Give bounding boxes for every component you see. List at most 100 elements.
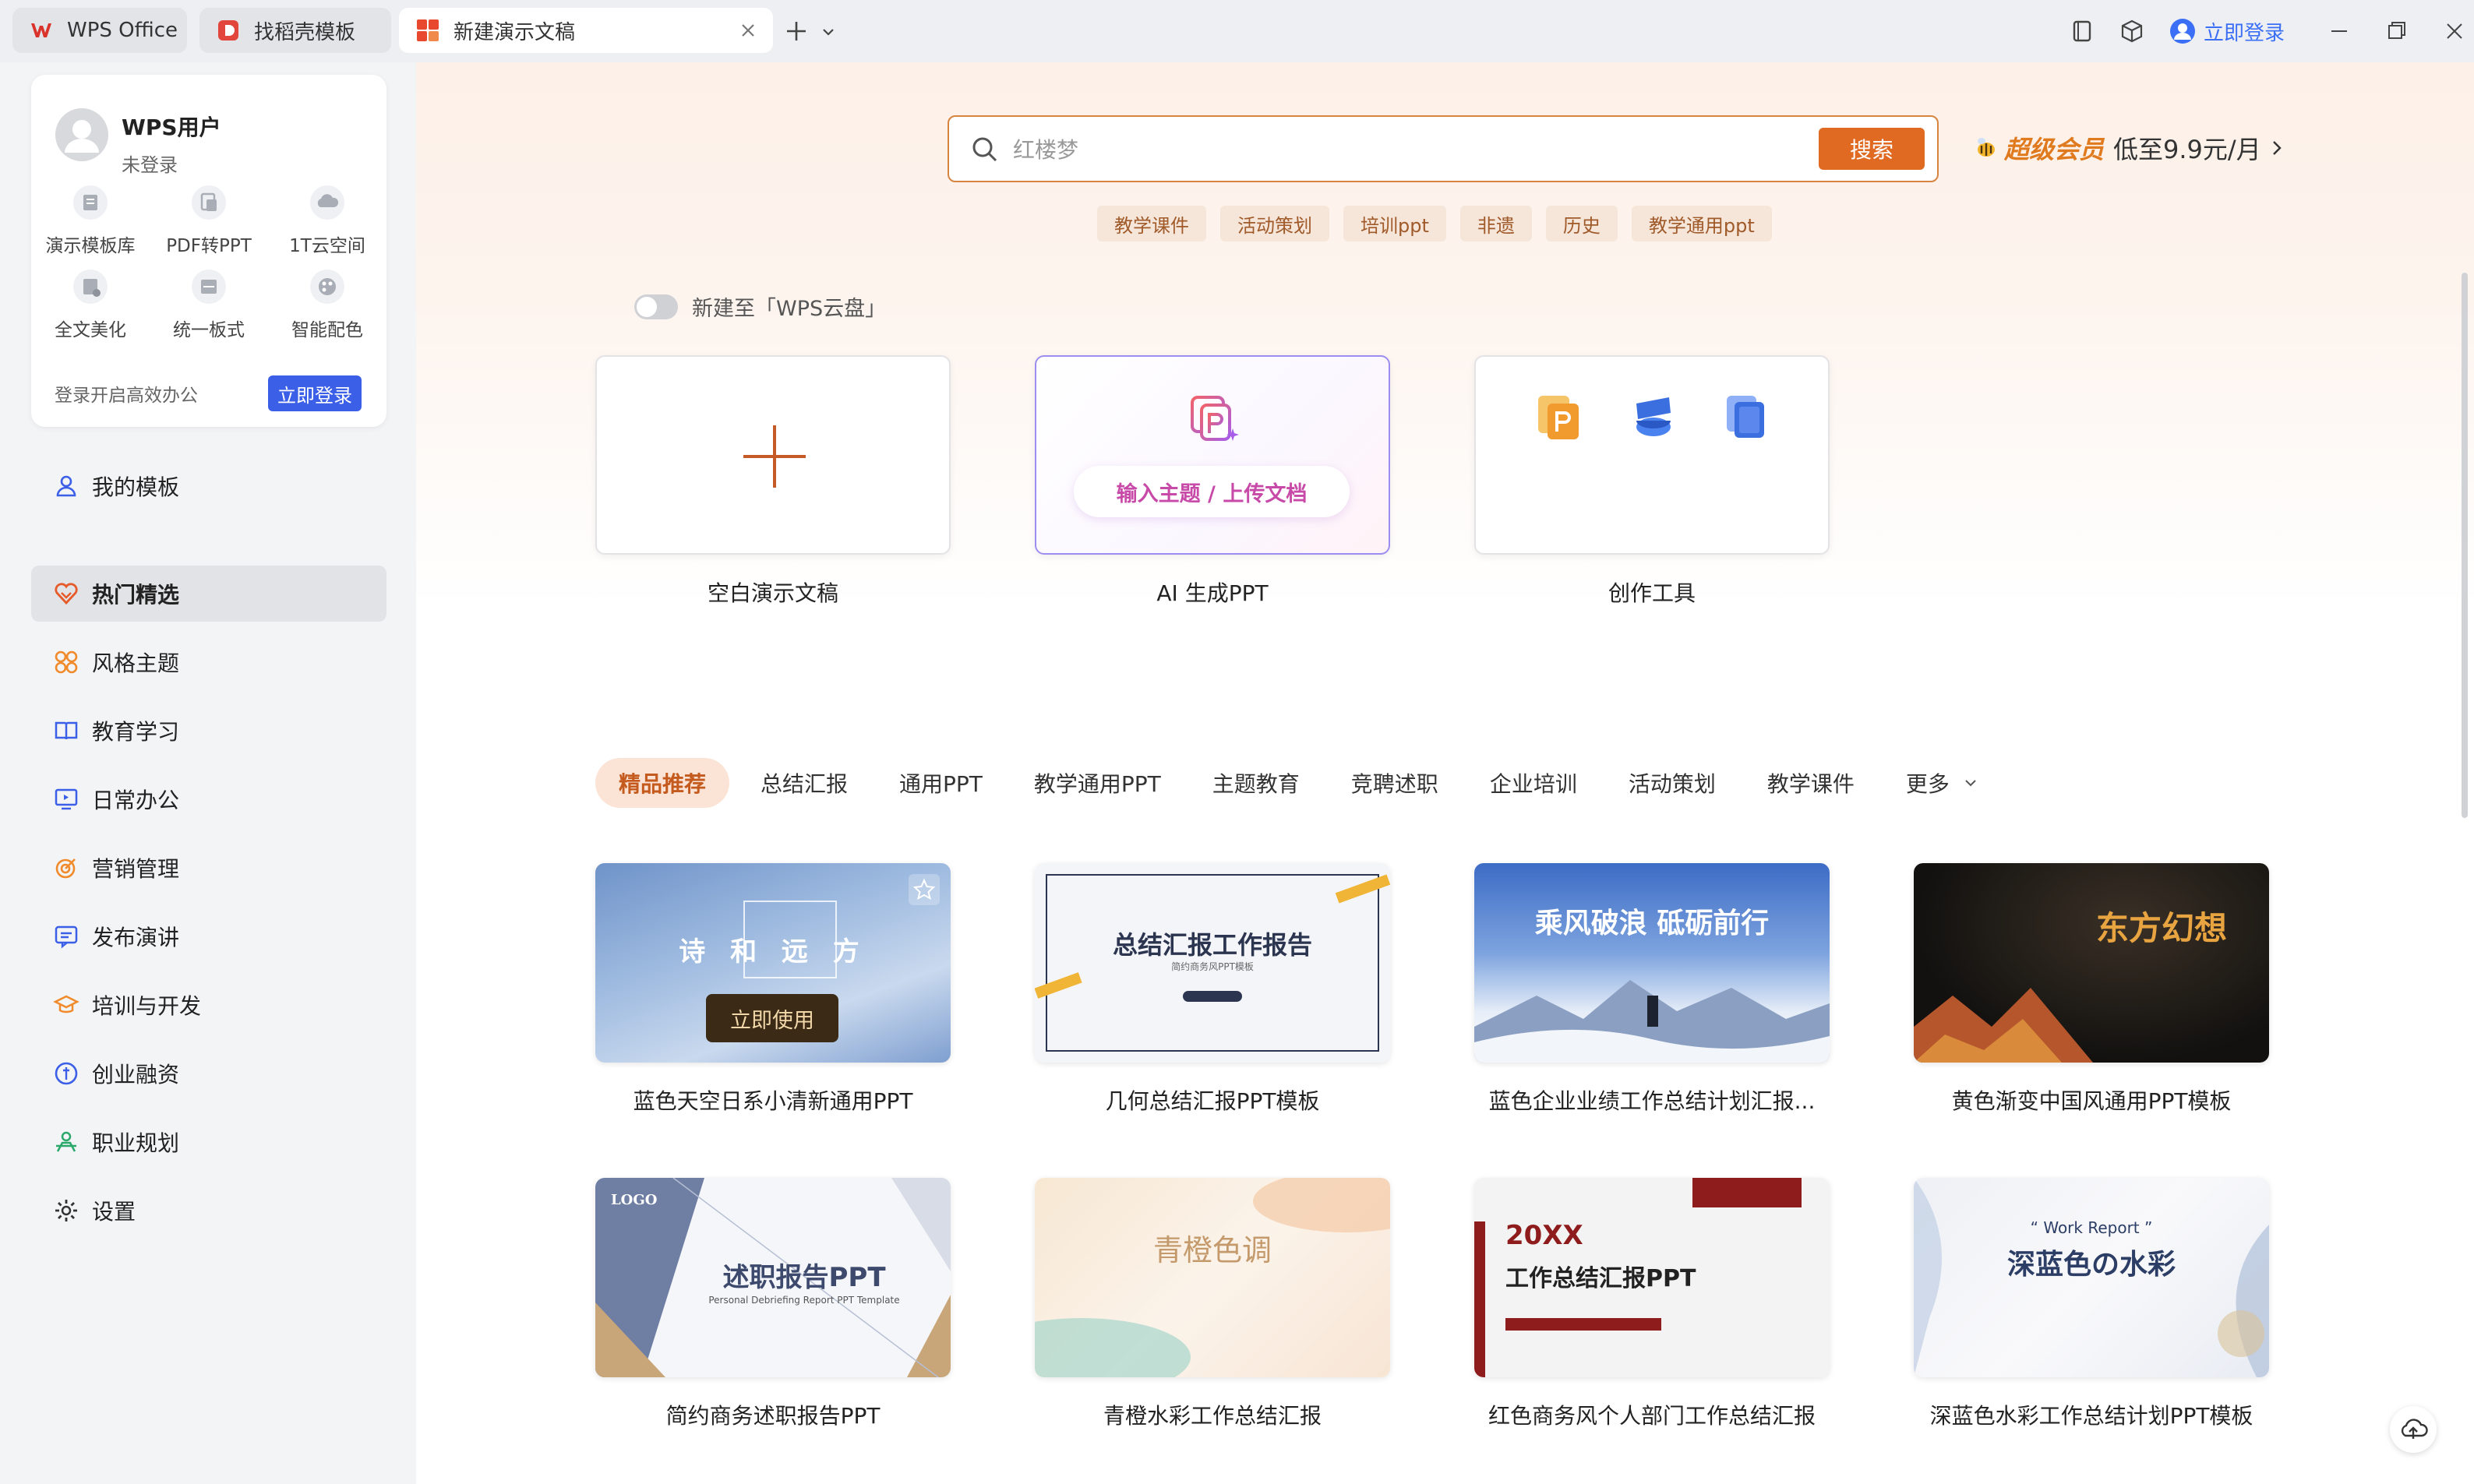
template-card[interactable]: “ Work Report ” 深蓝色の水彩 深蓝色水彩工作总结计划PPT模板 xyxy=(1914,1178,2269,1430)
chevron-down-icon[interactable] xyxy=(820,23,837,41)
ppt-tool-icon[interactable] xyxy=(1533,390,1588,444)
toggle-knob xyxy=(637,296,657,317)
nav-daily-office[interactable]: 日常办公 xyxy=(31,771,386,827)
tab-courseware[interactable]: 教学课件 xyxy=(1767,758,1855,808)
tab-job-debrief[interactable]: 竞聘述职 xyxy=(1351,758,1438,808)
template-card[interactable]: 20XX 工作总结汇报PPT 红色商务风个人部门工作总结汇报 xyxy=(1474,1178,1830,1430)
book-icon xyxy=(53,717,79,744)
thumb-title: 深蓝色の水彩 xyxy=(2006,1248,2176,1281)
tab-theme-education[interactable]: 主题教育 xyxy=(1212,758,1300,808)
cloud-toggle-switch[interactable] xyxy=(634,294,678,319)
tab-corporate-training[interactable]: 企业培训 xyxy=(1490,758,1577,808)
thumb-subtitle: “ Work Report ” xyxy=(2030,1218,2153,1237)
avatar[interactable] xyxy=(55,108,109,162)
nav-education[interactable]: 教育学习 xyxy=(31,703,386,759)
tab-label: 找稻壳模板 xyxy=(254,20,356,44)
unify-layout-icon xyxy=(190,268,228,305)
cube-icon[interactable] xyxy=(2118,17,2146,45)
thumb-subtitle: Personal Debriefing Report PPT Template xyxy=(708,1295,900,1306)
nav-label: 职业规划 xyxy=(92,1130,180,1156)
hot-tag[interactable]: 教学课件 xyxy=(1097,206,1206,241)
tab-label: 新建演示文稿 xyxy=(454,20,576,44)
tool-label: 智能配色 xyxy=(291,320,363,340)
nav-my-templates[interactable]: 我的模板 xyxy=(31,458,386,514)
ai-generate-card[interactable]: 输入主题 / 上传文档 xyxy=(1035,355,1390,555)
template-card[interactable]: LOGO 述职报告PPT Personal Debriefing Report … xyxy=(595,1178,951,1430)
new-tab-plus-icon[interactable] xyxy=(782,17,810,45)
tool-smart-color[interactable]: 智能配色 xyxy=(273,268,382,341)
nav-hot-picks[interactable]: 热门精选 xyxy=(31,566,386,622)
close-window-icon[interactable] xyxy=(2440,17,2469,45)
blank-presentation-card[interactable] xyxy=(595,355,951,555)
nav-settings[interactable]: 设置 xyxy=(31,1183,386,1239)
tab-new-presentation[interactable]: 新建演示文稿 xyxy=(399,8,773,53)
cloud-upload-icon xyxy=(2401,1419,2428,1439)
star-icon[interactable] xyxy=(909,874,940,905)
template-name: 蓝色企业业绩工作总结计划汇报... xyxy=(1488,1088,1816,1114)
template-card[interactable]: 青橙色调 青橙水彩工作总结汇报 xyxy=(1035,1178,1390,1430)
brush-tool-icon[interactable] xyxy=(1625,390,1680,444)
login-prompt-text: 登录开启高效办公 xyxy=(55,386,198,406)
use-template-button[interactable]: 立即使用 xyxy=(706,994,838,1042)
search-button[interactable]: 搜索 xyxy=(1819,128,1925,170)
template-thumbnail: 东方幻想 xyxy=(1914,863,2269,1063)
nav-speech[interactable]: 发布演讲 xyxy=(31,908,386,964)
creation-tools-card[interactable] xyxy=(1474,355,1830,555)
search-bar: 搜索 xyxy=(948,115,1939,182)
template-thumbnail: 乘风破浪 砥砺前行 xyxy=(1474,863,1830,1063)
thumb-subtitle: 简约商务风PPT模板 xyxy=(1171,961,1254,972)
hot-tag[interactable]: 历史 xyxy=(1545,206,1618,241)
copy-tool-icon[interactable] xyxy=(1719,390,1773,444)
tab-wps-office[interactable]: WPS Office xyxy=(12,8,187,53)
tool-pdf-to-ppt[interactable]: PDF转PPT xyxy=(154,184,263,257)
close-icon[interactable] xyxy=(737,19,759,41)
search-icon xyxy=(969,134,1001,165)
nav-marketing[interactable]: 营销管理 xyxy=(31,840,386,896)
daoke-logo-icon xyxy=(217,19,240,42)
template-card[interactable]: 总结汇报工作报告 简约商务风PPT模板 几何总结汇报PPT模板 xyxy=(1035,863,1390,1116)
nav-style-themes[interactable]: 风格主题 xyxy=(31,634,386,690)
tool-unify-layout[interactable]: 统一板式 xyxy=(154,268,263,341)
pdf-convert-icon xyxy=(190,184,228,221)
tab-template-store[interactable]: 找稻壳模板 xyxy=(199,8,391,53)
card-login-button[interactable]: 立即登录 xyxy=(268,375,362,411)
nav-training[interactable]: 培训与开发 xyxy=(31,977,386,1033)
sidebar: WPS用户 未登录 演示模板库 PDF转PPT 1T云空间 全文美化 统一板式 … xyxy=(0,62,416,1484)
nav-label: 热门精选 xyxy=(92,582,180,608)
hot-tag[interactable]: 教学通用ppt xyxy=(1631,206,1772,241)
tool-cloud-space[interactable]: 1T云空间 xyxy=(273,184,382,257)
minimize-icon[interactable] xyxy=(2325,17,2353,45)
hot-tag[interactable]: 非遗 xyxy=(1459,206,1532,241)
ai-ppt-icon xyxy=(1186,391,1244,449)
hot-tag[interactable]: 活动策划 xyxy=(1220,206,1329,241)
thumb-band xyxy=(1474,1221,1485,1377)
thumb-title: 乘风破浪 砥砺前行 xyxy=(1534,907,1770,939)
restore-icon[interactable] xyxy=(2383,17,2411,45)
career-icon xyxy=(53,1129,79,1155)
template-card[interactable]: 东方幻想 黄色渐变中国风通用PPT模板 xyxy=(1914,863,2269,1116)
thumb-band xyxy=(1692,1178,1802,1207)
floating-action-button[interactable] xyxy=(2390,1406,2437,1453)
vip-promo[interactable]: 超级会员 低至9.9元/月 xyxy=(1973,125,2286,171)
template-card[interactable]: 诗 和 远 方 立即使用 蓝色天空日系小清新通用PPT xyxy=(595,863,951,1116)
tab-featured[interactable]: 精品推荐 xyxy=(595,758,730,808)
cloud-storage-icon xyxy=(309,184,346,221)
top-login-button[interactable]: 立即登录 xyxy=(2169,16,2285,47)
search-input[interactable] xyxy=(1011,129,1791,170)
scrollbar[interactable] xyxy=(2462,273,2468,818)
ai-input-pill[interactable]: 输入主题 / 上传文档 xyxy=(1074,466,1350,517)
template-name: 红色商务风个人部门工作总结汇报 xyxy=(1488,1403,1816,1429)
tab-more[interactable]: 更多 xyxy=(1906,758,1979,808)
hot-tag[interactable]: 培训ppt xyxy=(1343,206,1446,241)
nav-career[interactable]: 职业规划 xyxy=(31,1114,386,1170)
tab-teaching-ppt[interactable]: 教学通用PPT xyxy=(1034,758,1161,808)
tab-general-ppt[interactable]: 通用PPT xyxy=(899,758,983,808)
tab-event-planning[interactable]: 活动策划 xyxy=(1629,758,1716,808)
coin-icon xyxy=(53,1060,79,1087)
template-card[interactable]: 乘风破浪 砥砺前行 蓝色企业业绩工作总结计划汇报... xyxy=(1474,863,1830,1116)
nav-financing[interactable]: 创业融资 xyxy=(31,1045,386,1102)
tool-template-library[interactable]: 演示模板库 xyxy=(36,184,145,257)
tab-summary-report[interactable]: 总结汇报 xyxy=(761,758,848,808)
tool-beautify[interactable]: 全文美化 xyxy=(36,268,145,341)
window-layout-icon[interactable] xyxy=(2068,17,2096,45)
